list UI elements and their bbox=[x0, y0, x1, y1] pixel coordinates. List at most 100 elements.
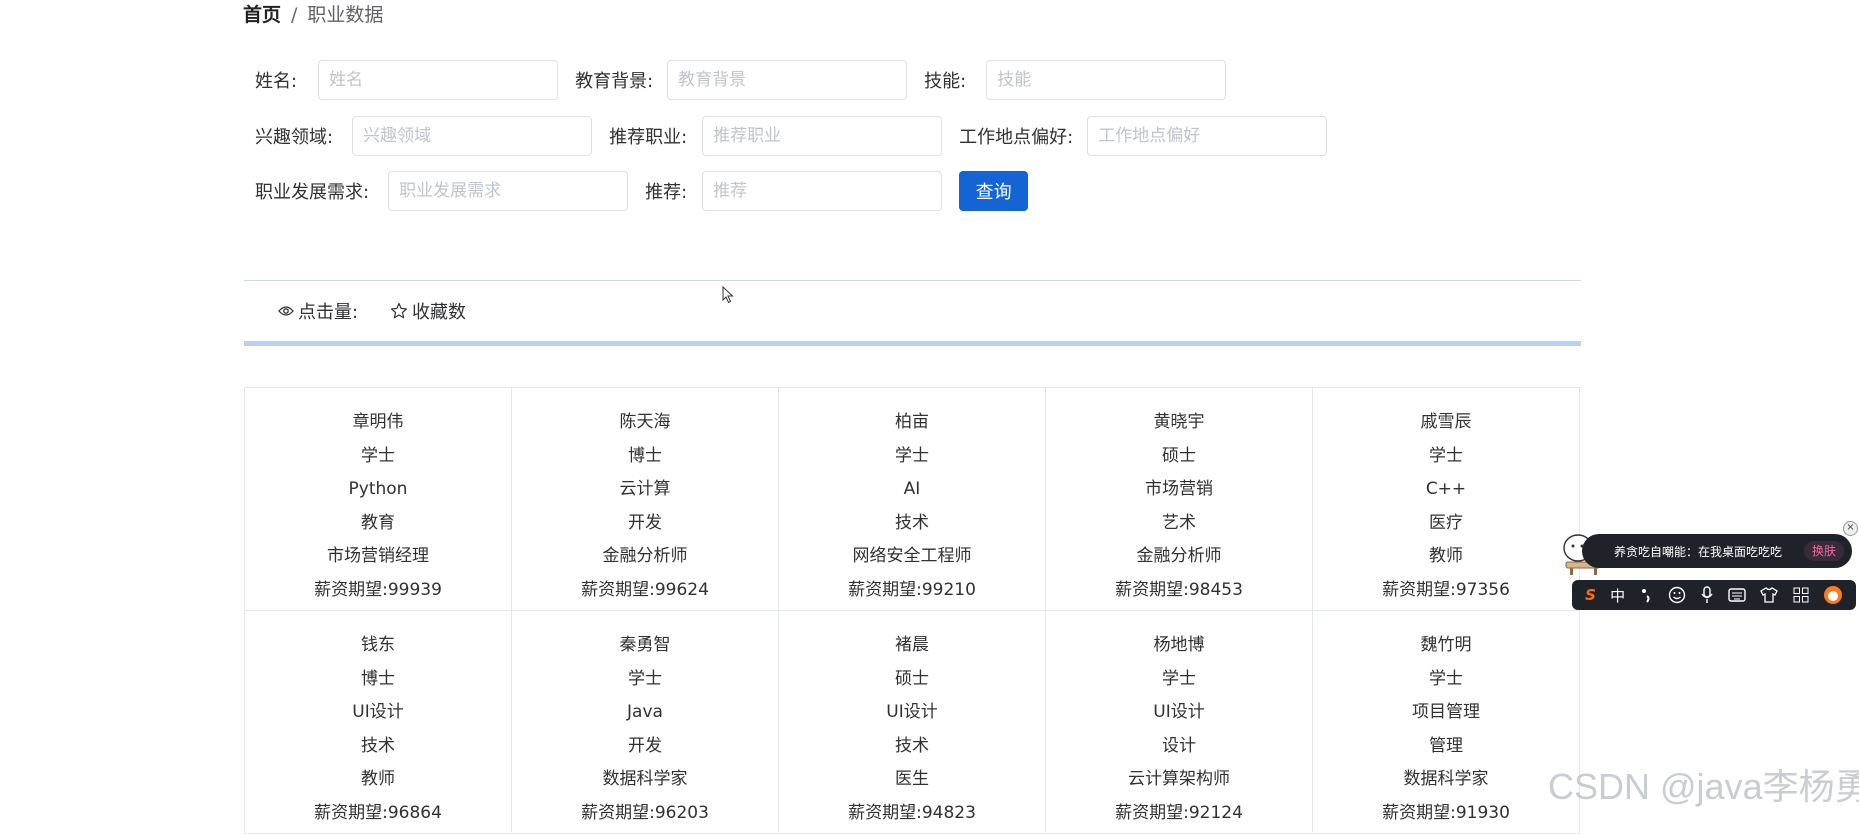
ime-skin-button[interactable]: 换肤 bbox=[1803, 541, 1844, 561]
card-education: 学士 bbox=[628, 668, 662, 689]
education-input[interactable] bbox=[667, 60, 908, 100]
recommend-label: 推荐: bbox=[645, 182, 688, 203]
card-career: 数据科学家 bbox=[1403, 769, 1489, 789]
name-label: 姓名: bbox=[255, 71, 298, 92]
career-card[interactable]: 黄晓宇 硕士 市场营销 艺术 金融分析师 薪资期望:98453 bbox=[1046, 388, 1313, 611]
card-education: 学士 bbox=[895, 445, 929, 466]
breadcrumb-home[interactable]: 首页 bbox=[243, 4, 281, 26]
search-button[interactable]: 查询 bbox=[959, 171, 1029, 211]
card-career: 市场营销经理 bbox=[327, 546, 429, 566]
card-interest: 设计 bbox=[1162, 735, 1196, 756]
card-skill: UI设计 bbox=[1153, 702, 1205, 722]
career-card[interactable]: 杨地博 学士 UI设计 设计 云计算架构师 薪资期望:92124 bbox=[1046, 611, 1313, 834]
card-name: 魏竹明 bbox=[1420, 635, 1472, 655]
card-salary: 薪资期望:96203 bbox=[581, 802, 709, 823]
punctuation-icon[interactable] bbox=[1639, 587, 1653, 603]
sort-bar: 点击量: 收藏数 bbox=[244, 280, 1581, 346]
skills-label: 技能: bbox=[924, 71, 967, 92]
card-education: 学士 bbox=[1162, 668, 1196, 689]
card-name: 黄晓宇 bbox=[1153, 412, 1205, 432]
card-career: 云计算架构师 bbox=[1128, 769, 1230, 789]
search-row-2: 兴趣领域: 推荐职业: 工作地点偏好: bbox=[255, 115, 1328, 157]
card-education: 学士 bbox=[1429, 445, 1463, 466]
location-input[interactable] bbox=[1087, 116, 1328, 156]
card-salary: 薪资期望:99210 bbox=[848, 579, 976, 600]
development-label: 职业发展需求: bbox=[255, 182, 370, 203]
career-card[interactable]: 魏竹明 学士 项目管理 管理 数据科学家 薪资期望:91930 bbox=[1313, 611, 1580, 834]
interest-input[interactable] bbox=[352, 116, 593, 156]
sort-clicks-label: 点击量: bbox=[298, 302, 359, 323]
card-interest: 开发 bbox=[628, 735, 662, 756]
card-career: 金融分析师 bbox=[1136, 546, 1222, 566]
career-card[interactable]: 秦勇智 学士 Java 开发 数据科学家 薪资期望:96203 bbox=[512, 611, 779, 834]
card-salary: 薪资期望:99624 bbox=[581, 579, 709, 600]
apps-grid-icon[interactable] bbox=[1793, 587, 1809, 603]
card-salary: 薪资期望:91930 bbox=[1382, 802, 1510, 823]
card-interest: 医疗 bbox=[1429, 512, 1463, 533]
card-salary: 薪资期望:94823 bbox=[848, 802, 976, 823]
card-interest: 管理 bbox=[1429, 735, 1463, 756]
sogou-logo-icon[interactable]: S bbox=[1585, 586, 1596, 604]
card-salary: 薪资期望:98453 bbox=[1115, 579, 1243, 600]
recommend-input[interactable] bbox=[702, 171, 943, 211]
career-card[interactable]: 戚雪辰 学士 C++ 医疗 教师 薪资期望:97356 bbox=[1313, 388, 1580, 611]
card-career: 教师 bbox=[1429, 546, 1463, 566]
ime-tip-banner[interactable]: 养贪吃自嘲能：在我桌面吃吃吃 换肤 bbox=[1582, 534, 1852, 568]
card-name: 章明伟 bbox=[352, 412, 404, 432]
ime-toolbar: S 中 bbox=[1572, 580, 1856, 610]
keyboard-icon[interactable] bbox=[1728, 587, 1746, 603]
card-career: 医生 bbox=[895, 769, 929, 789]
star-icon bbox=[390, 302, 408, 320]
career-card[interactable]: 章明伟 学士 Python 教育 市场营销经理 薪资期望:99939 bbox=[245, 388, 512, 611]
card-name: 柏亩 bbox=[895, 412, 929, 432]
card-career: 数据科学家 bbox=[602, 769, 688, 789]
career-input[interactable] bbox=[702, 116, 943, 156]
sort-by-clicks[interactable]: 点击量: bbox=[278, 298, 358, 324]
eye-icon bbox=[278, 305, 294, 317]
career-card[interactable]: 钱东 博士 UI设计 技术 教师 薪资期望:96864 bbox=[245, 611, 512, 834]
card-career: 金融分析师 bbox=[602, 546, 688, 566]
card-skill: Python bbox=[348, 479, 408, 499]
card-row: 章明伟 学士 Python 教育 市场营销经理 薪资期望:99939 陈天海 博… bbox=[245, 388, 1581, 611]
watermark: CSDN @java李杨勇 bbox=[1548, 766, 1859, 807]
card-career: 网络安全工程师 bbox=[852, 546, 972, 566]
ime-close-icon[interactable]: × bbox=[1843, 521, 1858, 536]
card-interest: 艺术 bbox=[1162, 512, 1196, 533]
skin-shirt-icon[interactable] bbox=[1760, 587, 1779, 603]
card-skill: UI设计 bbox=[352, 702, 404, 722]
development-input[interactable] bbox=[388, 171, 629, 211]
card-skill: Java bbox=[627, 702, 663, 722]
breadcrumb-current: 职业数据 bbox=[307, 4, 384, 26]
card-row: 钱东 博士 UI设计 技术 教师 薪资期望:96864 秦勇智 学士 Java … bbox=[245, 611, 1581, 834]
career-card[interactable]: 褚晨 硕士 UI设计 技术 医生 薪资期望:94823 bbox=[779, 611, 1046, 834]
card-skill: 市场营销 bbox=[1145, 479, 1213, 499]
card-education: 学士 bbox=[361, 445, 395, 466]
card-skill: 项目管理 bbox=[1412, 702, 1480, 722]
career-card[interactable]: 柏亩 学士 AI 技术 网络安全工程师 薪资期望:99210 bbox=[779, 388, 1046, 611]
card-education: 硕士 bbox=[1162, 445, 1196, 466]
card-education: 学士 bbox=[1429, 668, 1463, 689]
skills-input[interactable] bbox=[986, 60, 1227, 100]
card-interest: 教育 bbox=[361, 512, 395, 533]
career-card[interactable]: 陈天海 博士 云计算 开发 金融分析师 薪资期望:99624 bbox=[512, 388, 779, 611]
card-salary: 薪资期望:96864 bbox=[314, 802, 442, 823]
card-education: 博士 bbox=[361, 668, 395, 689]
ime-mode-toggle[interactable]: 中 bbox=[1610, 585, 1625, 606]
card-interest: 技术 bbox=[895, 735, 929, 756]
ime-tip-text: 养贪吃自嘲能：在我桌面吃吃吃 bbox=[1614, 544, 1783, 559]
emoji-icon[interactable] bbox=[1668, 586, 1686, 604]
microphone-icon[interactable] bbox=[1700, 586, 1714, 604]
card-education: 硕士 bbox=[895, 668, 929, 689]
card-education: 博士 bbox=[628, 445, 662, 466]
search-row-3: 职业发展需求: 推荐: 查询 bbox=[255, 170, 1029, 212]
breadcrumb: 首页 / 职业数据 bbox=[243, 2, 383, 28]
education-label: 教育背景: bbox=[575, 71, 654, 92]
card-name: 秦勇智 bbox=[619, 635, 671, 655]
card-name: 戚雪辰 bbox=[1420, 412, 1472, 432]
card-salary: 薪资期望:92124 bbox=[1115, 802, 1243, 823]
card-salary: 薪资期望:97356 bbox=[1382, 579, 1510, 600]
name-input[interactable] bbox=[318, 60, 559, 100]
ime-avatar-icon[interactable] bbox=[1823, 585, 1843, 605]
sort-by-favorites[interactable]: 收藏数 bbox=[390, 298, 466, 324]
location-label: 工作地点偏好: bbox=[959, 127, 1074, 148]
